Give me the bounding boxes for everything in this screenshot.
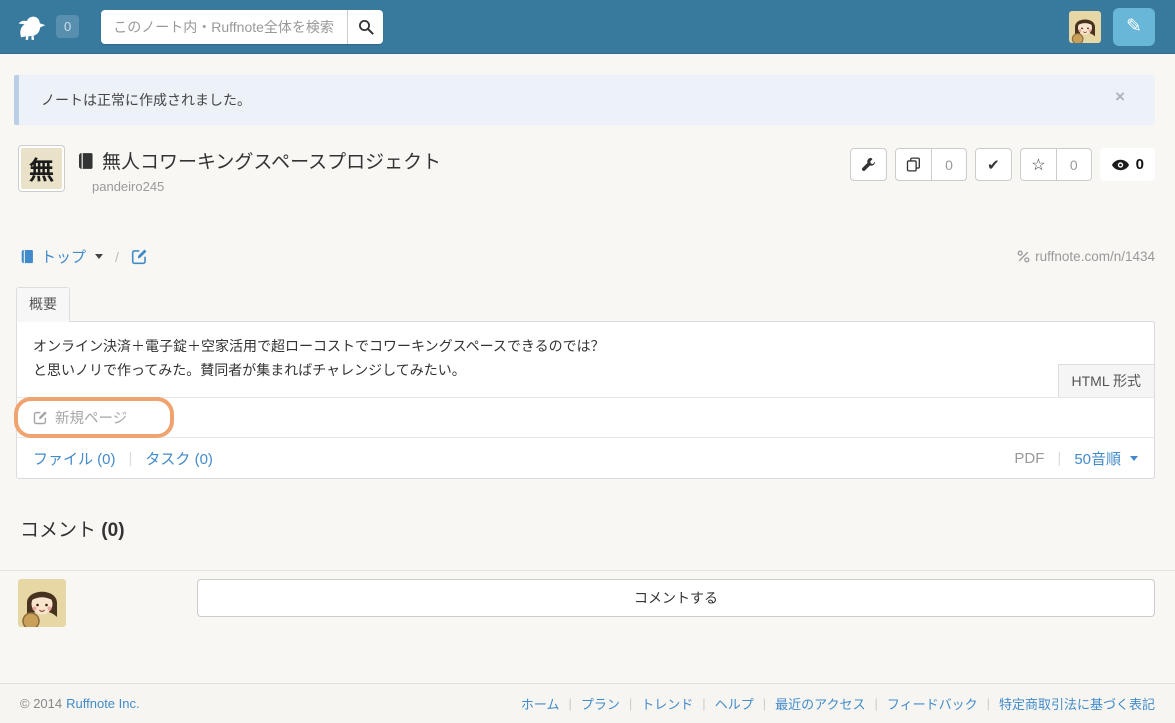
note-title-block: 無人コワーキングスペースプロジェクト pandeiro245 [77, 145, 441, 196]
comment-form-row: コメントする [18, 579, 1155, 628]
search-icon [358, 19, 374, 35]
breadcrumb-top-link[interactable]: トップ [20, 246, 104, 267]
tab-overview[interactable]: 概要 [16, 287, 70, 322]
notebook-blue-icon [21, 249, 33, 264]
search-bar [101, 9, 384, 44]
note-url-text: ruffnote.com/n/1434 [1035, 249, 1155, 264]
fork-count: 0 [932, 148, 967, 181]
breadcrumb-separator: / [115, 248, 119, 265]
note-thumbnail-char: 無 [21, 148, 62, 189]
search-button[interactable] [347, 9, 384, 44]
footer-link-separator: | [986, 696, 990, 711]
html-format-button[interactable]: HTML 形式 [1057, 364, 1154, 398]
overview-text-line1: オンライン決済＋電子錠＋空家活用で超ローコストでコワーキングスペースできるのでは… [33, 338, 605, 354]
bird-icon [18, 16, 46, 40]
watch-count: 0 [1135, 156, 1144, 173]
copyright-text: © 2014 [20, 696, 63, 711]
comments-heading: コメント (0) [20, 515, 1155, 542]
footer-link-separator: | [702, 696, 706, 711]
star-button[interactable]: ☆ [1019, 148, 1057, 181]
check-button[interactable]: ✔ [974, 148, 1012, 181]
star-icon: ☆ [1031, 156, 1046, 174]
row-separator: | [1057, 449, 1062, 467]
close-icon[interactable]: × [1115, 88, 1125, 105]
footer-link-recent-access[interactable]: 最近のアクセス [775, 694, 865, 713]
edit-icon [131, 249, 147, 265]
settings-button[interactable] [850, 148, 888, 181]
files-link[interactable]: ファイル (0) [33, 448, 116, 469]
footer-link-separator: | [762, 696, 767, 711]
new-page-link[interactable]: 新規ページ [33, 407, 127, 428]
notification-count-badge[interactable]: 0 [56, 15, 80, 38]
chevron-down-icon [95, 254, 104, 259]
note-header: 無 無人コワーキングスペースプロジェクト pandeiro245 0 ✔ ☆ 0… [18, 145, 1155, 196]
link-icon [1017, 250, 1030, 263]
new-page-label: 新規ページ [55, 411, 128, 428]
footer-link-separator: | [874, 696, 878, 711]
fork-button[interactable] [895, 148, 933, 181]
eye-icon [1111, 159, 1129, 170]
new-note-button[interactable]: ✎ [1113, 7, 1155, 46]
company-link[interactable]: Ruffnote Inc. [66, 696, 139, 711]
breadcrumb-top-label: トップ [41, 249, 87, 266]
note-toolbar: 0 ✔ ☆ 0 0 [850, 148, 1155, 181]
note-owner[interactable]: pandeiro245 [92, 179, 164, 194]
check-icon: ✔ [987, 156, 1000, 174]
note-url[interactable]: ruffnote.com/n/1434 [1017, 249, 1155, 264]
fork-group: 0 [895, 148, 967, 181]
files-tasks-row: ファイル (0) | タスク (0) PDF | 50音順 [17, 438, 1154, 478]
footer: © 2014 Ruffnote Inc. ホーム | プラン | トレンド | … [0, 683, 1175, 723]
note-title-row: 無人コワーキングスペースプロジェクト [77, 147, 441, 174]
copy-icon [906, 157, 921, 172]
note-title: 無人コワーキングスペースプロジェクト [102, 152, 442, 173]
note-thumbnail[interactable]: 無 [18, 145, 65, 192]
search-input[interactable] [101, 9, 348, 44]
row-right-group: PDF | 50音順 [1014, 448, 1138, 469]
watchers-badge: 0 [1099, 148, 1155, 181]
footer-link-home[interactable]: ホーム [521, 694, 560, 713]
avatar-image-icon [18, 579, 66, 628]
sort-order-label: 50音順 [1074, 450, 1121, 468]
overview-content: オンライン決済＋電子錠＋空家活用で超ローコストでコワーキングスペースできるのでは… [17, 322, 1154, 399]
notebook-icon [79, 152, 93, 169]
notification-message: ノートは正常に作成されました。 [41, 92, 251, 108]
star-group: ☆ 0 [1019, 148, 1092, 181]
footer-link-trend[interactable]: トレンド [641, 694, 693, 713]
header-right-group: ✎ [1069, 7, 1155, 46]
footer-link-commercial-law[interactable]: 特定商取引法に基づく表記 [999, 694, 1155, 713]
new-page-row: 新規ページ [14, 397, 1154, 439]
ruffnote-bird-logo-icon[interactable] [16, 13, 47, 41]
note-content-panel-wrap: 概要 オンライン決済＋電子錠＋空家活用で超ローコストでコワーキングスペースできる… [14, 287, 1155, 480]
pdf-link[interactable]: PDF [1014, 450, 1044, 467]
user-avatar[interactable] [1069, 10, 1101, 43]
note-content-panel: オンライン決済＋電子錠＋空家活用で超ローコストでコワーキングスペースできるのでは… [14, 321, 1155, 480]
sort-order-dropdown[interactable]: 50音順 [1074, 448, 1138, 469]
footer-link-separator: | [568, 696, 572, 711]
comments-count: (0) [101, 520, 125, 542]
add-comment-button[interactable]: コメントする [197, 579, 1155, 618]
top-navbar: 0 ✎ [0, 0, 1175, 54]
new-page-edit-icon [33, 411, 47, 425]
footer-links: ホーム | プラン | トレンド | ヘルプ | 最近のアクセス | フィードバ… [521, 694, 1155, 713]
chevron-down-icon [1130, 455, 1138, 461]
footer-link-feedback[interactable]: フィードバック [887, 694, 978, 713]
breadcrumb: トップ / ruffnote.com/n/1434 [20, 246, 1155, 267]
row-separator: | [128, 449, 133, 467]
footer-link-separator: | [628, 696, 633, 711]
comments-divider [0, 570, 1175, 572]
success-notification: ノートは正常に作成されました。 × [14, 75, 1155, 125]
footer-link-plan[interactable]: プラン [581, 694, 620, 713]
breadcrumb-edit-button[interactable] [131, 248, 148, 265]
overview-text-line2: と思いノリで作ってみた。賛同者が集まればチャレンジしてみたい。 [33, 361, 466, 378]
tasks-link[interactable]: タスク (0) [145, 448, 213, 469]
wrench-icon [862, 157, 876, 171]
footer-link-help[interactable]: ヘルプ [715, 694, 754, 713]
avatar-image-icon [1069, 10, 1101, 43]
pencil-icon: ✎ [1126, 16, 1142, 37]
star-count: 0 [1056, 148, 1092, 181]
comments-heading-label: コメント [20, 520, 97, 542]
commenter-avatar[interactable] [18, 579, 66, 628]
